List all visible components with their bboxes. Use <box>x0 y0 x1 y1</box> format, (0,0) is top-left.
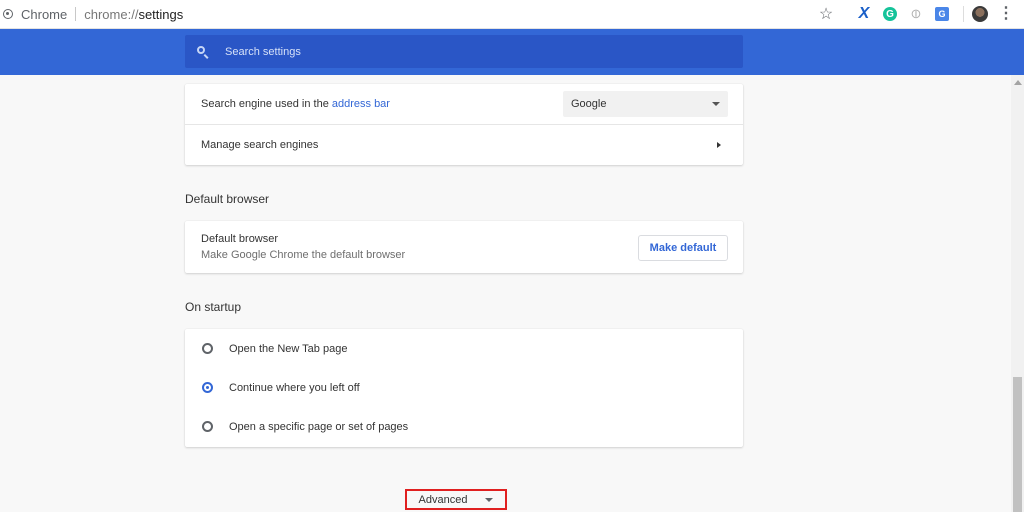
advanced-label: Advanced <box>418 493 468 506</box>
startup-option-label: Open the New Tab page <box>229 342 348 355</box>
bookmark-star-icon[interactable]: ☆ <box>817 5 835 23</box>
startup-option-row[interactable]: Open a specific page or set of pages <box>185 407 743 446</box>
grammarly-extension-button[interactable]: G <box>881 5 899 23</box>
on-startup-section-title: On startup <box>185 300 242 314</box>
scrollbar-thumb[interactable] <box>1013 377 1022 512</box>
default-browser-card: Default browser Make Google Chrome the d… <box>185 221 743 273</box>
translate-extension-button[interactable]: G <box>933 5 951 23</box>
toolbar-actions: ☆ X G ⊘ G ⋮ <box>817 0 1024 28</box>
advanced-toggle-button[interactable]: Advanced <box>405 489 507 510</box>
make-default-button[interactable]: Make default <box>638 235 728 261</box>
origin-label: Chrome <box>21 6 68 22</box>
startup-option-row[interactable]: Continue where you left off <box>185 368 743 407</box>
settings-header <box>0 29 1024 75</box>
search-engine-label-text: Search engine used in the <box>201 98 332 110</box>
search-engine-card: Search engine used in the address bar Go… <box>185 84 743 165</box>
omnibox-separator <box>75 7 77 21</box>
startup-option-row[interactable]: Open the New Tab page <box>185 329 743 368</box>
caret-down-icon <box>485 497 494 502</box>
search-engine-dropdown[interactable]: Google <box>563 91 728 117</box>
search-box[interactable] <box>185 35 743 68</box>
address-bar-link[interactable]: address bar <box>332 98 390 110</box>
radio-button[interactable] <box>202 343 213 354</box>
url-scheme: chrome:// <box>84 6 139 22</box>
scroll-up-arrow-icon[interactable] <box>1014 80 1022 85</box>
search-engine-selected: Google <box>571 98 607 110</box>
chevron-right-icon <box>717 142 721 148</box>
default-browser-subtitle: Make Google Chrome the default browser <box>201 249 406 261</box>
default-browser-section-title: Default browser <box>185 192 270 206</box>
radio-button[interactable] <box>202 421 213 432</box>
toolbar-separator <box>963 6 964 22</box>
search-engine-label: Search engine used in the address bar <box>201 98 390 110</box>
startup-option-label: Open a specific page or set of pages <box>229 420 409 433</box>
url-host: settings <box>138 6 184 22</box>
startup-option-label: Continue where you left off <box>229 381 360 394</box>
search-settings-input[interactable] <box>223 44 707 59</box>
manage-search-engines-label: Manage search engines <box>201 139 319 151</box>
url-text[interactable]: chrome://settings <box>84 7 183 22</box>
omnibox-bar[interactable]: Chrome chrome://settings ☆ X G ⊘ G ⋮ <box>0 0 1024 29</box>
search-icon <box>197 45 209 59</box>
grammarly-icon: G <box>883 7 897 21</box>
dropdown-caret-icon <box>712 102 720 106</box>
x-extension-icon[interactable]: X <box>855 5 873 23</box>
page-scrollbar[interactable] <box>1011 75 1024 512</box>
default-browser-title: Default browser <box>201 233 279 245</box>
radio-button-checked[interactable] <box>202 382 213 393</box>
manage-search-engines-row[interactable]: Manage search engines <box>185 125 743 165</box>
on-startup-card: Open the New Tab page Continue where you… <box>185 329 743 447</box>
kebab-menu-icon[interactable]: ⋮ <box>998 6 1014 22</box>
link-extension-icon[interactable]: ⊘ <box>903 1 928 26</box>
translate-icon: G <box>935 7 949 21</box>
profile-avatar[interactable] <box>972 6 988 22</box>
chrome-info-icon[interactable] <box>3 9 13 19</box>
search-engine-row: Search engine used in the address bar Go… <box>185 84 743 124</box>
